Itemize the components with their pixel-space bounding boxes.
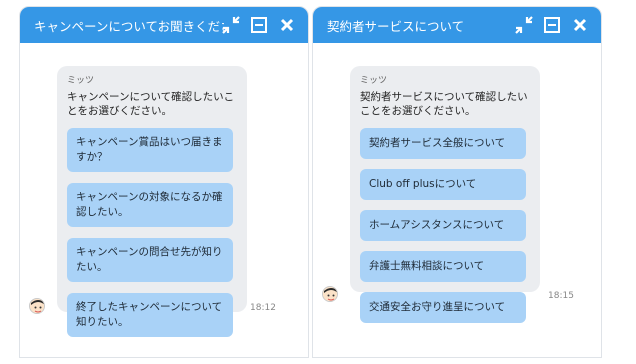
chat-window-member-services: 契約者サービスについて ミッツ 契約者サービスについて確認したいことをお選びくだ…: [312, 6, 602, 358]
chat-header: 契約者サービスについて: [313, 7, 601, 43]
option-button[interactable]: 契約者サービス全般について: [360, 128, 526, 159]
message-text: 契約者サービスについて確認したいことをお選びください。: [360, 91, 528, 117]
message-timestamp: 18:15: [548, 291, 574, 301]
option-button[interactable]: キャンペーンの問合せ先が知りたい。: [67, 238, 233, 282]
close-icon[interactable]: [569, 14, 591, 36]
chat-message-bubble: ミッツ キャンペーンについて確認したいことをお選びください。 キャンペーン賞品は…: [57, 66, 247, 337]
chat-title: 契約者サービスについて: [327, 18, 465, 34]
chat-header: キャンペーンについてお聞きくださ: [20, 7, 308, 43]
option-button[interactable]: 終了したキャンペーンについて知りたい。: [67, 293, 233, 337]
collapse-arrows-icon[interactable]: [220, 14, 242, 36]
option-button[interactable]: ホームアシスタンスについて: [360, 210, 526, 241]
option-button[interactable]: キャンペーンの対象になるか確認したい。: [67, 183, 233, 227]
operator-avatar: [29, 298, 45, 314]
message-text: キャンペーンについて確認したいことをお選びください。: [67, 91, 235, 117]
chat-message-bubble: ミッツ 契約者サービスについて確認したいことをお選びください。 契約者サービス全…: [350, 66, 540, 323]
sender-name: ミッツ: [360, 76, 388, 86]
chat-title: キャンペーンについてお聞きくださ: [34, 18, 224, 34]
chat-window-campaign: キャンペーンについてお聞きくださ ミッツ キャンペーンについて確認したいことをお…: [19, 6, 309, 358]
minimize-icon[interactable]: [541, 14, 563, 36]
option-button[interactable]: Club off plusについて: [360, 169, 526, 200]
collapse-arrows-icon[interactable]: [513, 14, 535, 36]
operator-avatar: [322, 286, 338, 302]
close-icon[interactable]: [276, 14, 298, 36]
sender-name: ミッツ: [67, 76, 95, 86]
option-button[interactable]: キャンペーン賞品はいつ届きますか？: [67, 128, 233, 172]
header-controls: [220, 7, 298, 43]
minimize-icon[interactable]: [248, 14, 270, 36]
header-controls: [513, 7, 591, 43]
option-button[interactable]: 弁護士無料相談について: [360, 251, 526, 282]
message-timestamp: 18:12: [250, 303, 276, 313]
option-button[interactable]: 交通安全お守り進呈について: [360, 292, 526, 323]
